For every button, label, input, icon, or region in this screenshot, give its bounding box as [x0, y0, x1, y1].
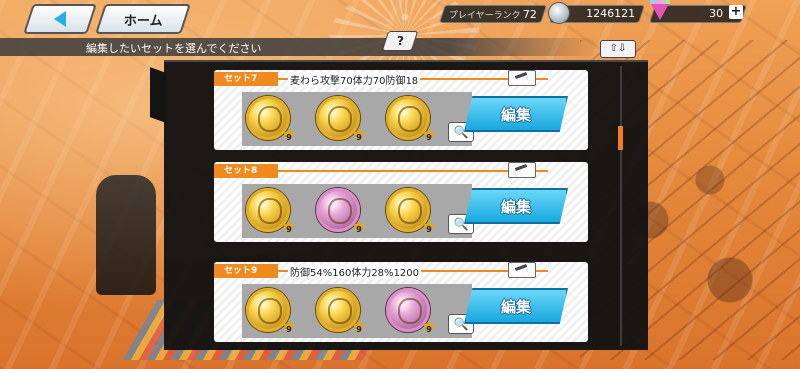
home-button[interactable]: ホーム — [95, 4, 191, 34]
coin-value: 1246121 — [586, 7, 636, 20]
set-card-header: セット8 — [214, 162, 588, 178]
star-icon: ★ 9 — [280, 124, 298, 145]
medal-level: 9 — [426, 325, 432, 334]
star-icon: ★ 9 — [420, 124, 438, 145]
medal-level: 9 — [356, 325, 362, 334]
player-rank-value: 72 — [523, 7, 537, 21]
set-card: セット9 防御54%160体力28%1200 ★ 9 ★ 9 ★ 9 🔍 編集 — [214, 262, 588, 342]
rename-pencil-icon[interactable] — [508, 162, 536, 178]
star-icon: ★ 9 — [350, 124, 368, 145]
medal-slots: ★ 9 ★ 9 ★ 9 🔍 — [242, 284, 474, 338]
star-icon: ★ 9 — [350, 316, 368, 337]
star-icon: ★ 9 — [350, 216, 368, 237]
instruction-bar: 編集したいセットを選んでください — [0, 38, 600, 56]
medal-portrait-icon — [398, 198, 422, 224]
scrollbar-thumb[interactable] — [618, 126, 623, 150]
back-button[interactable] — [23, 4, 97, 34]
help-icon: ? — [396, 34, 404, 48]
set-description: 防御54%160体力28%1200 — [288, 264, 421, 279]
set-card-header: セット9 防御54%160体力28%1200 — [214, 262, 588, 279]
sort-button[interactable]: ⇧⇩ — [600, 40, 636, 58]
medal-portrait-icon — [328, 106, 352, 132]
add-gems-button[interactable]: + — [729, 5, 743, 19]
set-card: セット7 麦わら攻撃70体力70防御18 ★ 9 ★ 9 ★ 9 🔍 編集 — [214, 70, 588, 150]
coin-icon — [548, 2, 570, 24]
set-card-header: セット7 麦わら攻撃70体力70防御18 — [214, 70, 588, 87]
medal-portrait-icon — [328, 198, 352, 224]
medal-slots: ★ 9 ★ 9 ★ 9 🔍 — [242, 184, 474, 238]
edit-button-label: 編集 — [500, 297, 531, 316]
medal-portrait-icon — [398, 106, 422, 132]
medal-portrait-icon — [398, 298, 422, 324]
player-rank-box: プレイヤーランク 72 — [439, 5, 547, 23]
set-tag: セット7 — [214, 72, 278, 86]
edit-set-button[interactable]: 編集 — [464, 188, 568, 224]
edit-button-label: 編集 — [500, 105, 531, 124]
medal-slots: ★ 9 ★ 9 ★ 9 🔍 — [242, 92, 474, 146]
background-character — [96, 175, 156, 295]
rename-pencil-icon[interactable] — [508, 262, 536, 278]
player-rank-label: プレイヤーランク — [449, 10, 521, 21]
edit-set-button[interactable]: 編集 — [464, 288, 568, 324]
medal-portrait-icon — [258, 106, 282, 132]
home-button-label: ホーム — [123, 13, 163, 29]
medal-level: 9 — [426, 133, 432, 142]
rename-pencil-icon[interactable] — [508, 70, 536, 86]
medal-level: 9 — [356, 133, 362, 142]
scrollbar-track[interactable] — [620, 66, 622, 346]
star-icon: ★ 9 — [280, 316, 298, 337]
gem-value: 30 — [709, 7, 724, 20]
edit-button-label: 編集 — [500, 197, 531, 216]
medal-level: 9 — [286, 325, 292, 334]
back-arrow-icon — [54, 11, 66, 27]
set-tag: セット9 — [214, 264, 278, 278]
edit-set-button[interactable]: 編集 — [464, 96, 568, 132]
star-icon: ★ 9 — [420, 216, 438, 237]
star-icon: ★ 9 — [280, 216, 298, 237]
medal-level: 9 — [286, 133, 292, 142]
medal-portrait-icon — [258, 198, 282, 224]
medal-portrait-icon — [258, 298, 282, 324]
set-description: 麦わら攻撃70体力70防御18 — [288, 72, 421, 87]
medal-level: 9 — [286, 225, 292, 234]
gem-icon — [650, 0, 670, 20]
set-tag: セット8 — [214, 164, 278, 178]
medal-portrait-icon — [328, 298, 352, 324]
medal-level: 9 — [426, 225, 432, 234]
set-card: セット8 ★ 9 ★ 9 ★ 9 🔍 編集 — [214, 162, 588, 242]
star-icon: ★ 9 — [420, 316, 438, 337]
medal-level: 9 — [356, 225, 362, 234]
instruction-text: 編集したいセットを選んでください — [86, 42, 262, 55]
set-list: セット7 麦わら攻撃70体力70防御18 ★9 ★9 ★9 🔍 編集 セッ — [210, 62, 594, 348]
